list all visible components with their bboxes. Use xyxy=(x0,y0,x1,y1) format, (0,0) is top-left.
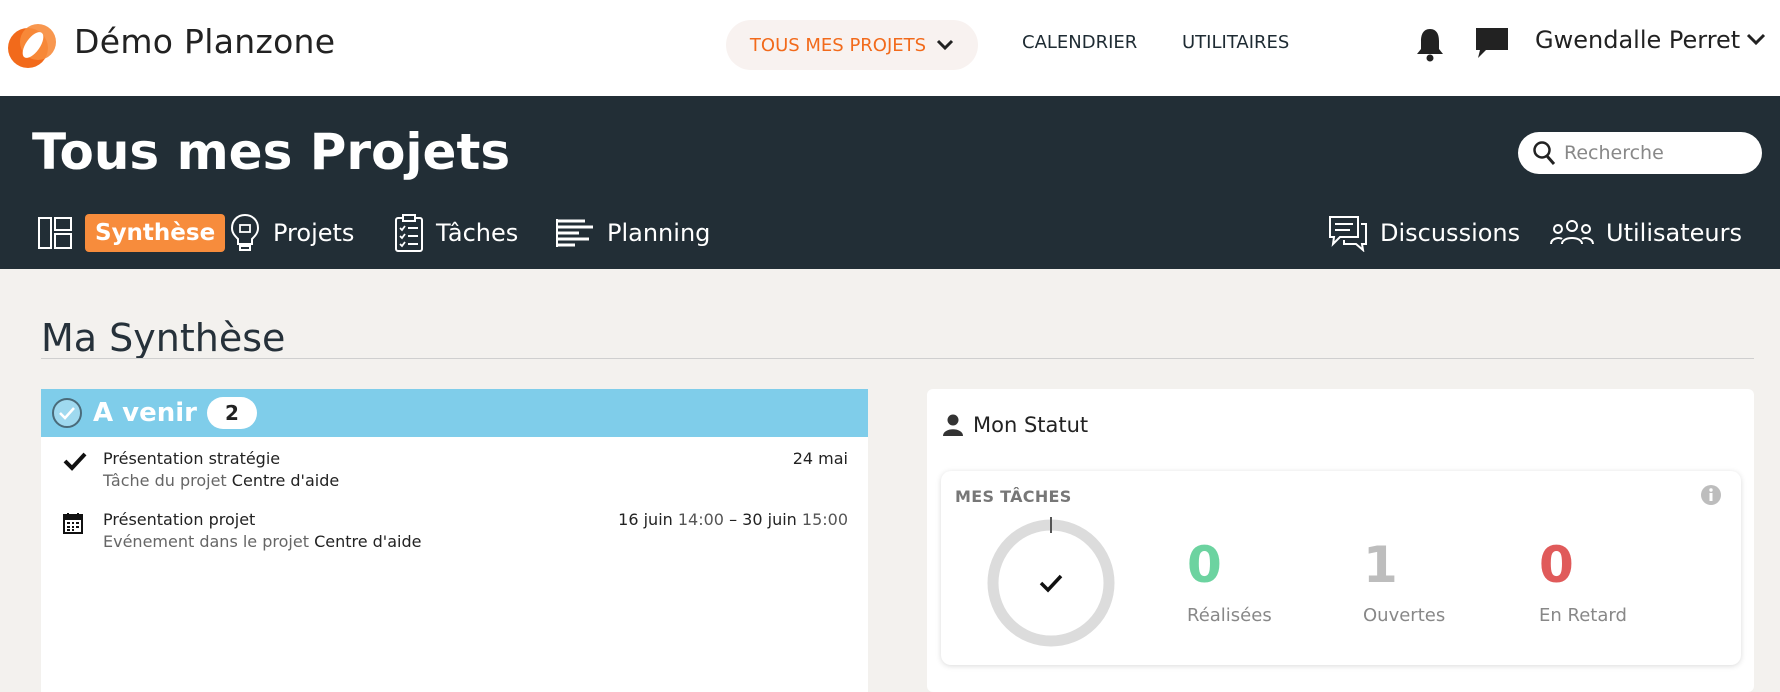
lightbulb-icon xyxy=(230,213,260,251)
tab-projets[interactable]: Projets xyxy=(229,210,354,256)
stat-late-value: 0 xyxy=(1539,536,1574,594)
chevron-down-icon xyxy=(937,39,954,51)
user-name: Gwendalle Perret xyxy=(1535,26,1741,54)
item-date: 24 mai xyxy=(792,449,848,468)
upcoming-card: A venir 2 Présentation stratégie Tâche d… xyxy=(41,389,868,692)
item-date-range: 16 juin 14:00 – 30 juin 15:00 xyxy=(618,510,848,529)
item-title: Présentation projet xyxy=(103,510,256,529)
upcoming-count-badge: 2 xyxy=(207,397,257,429)
my-tasks-label: MES TÂCHES xyxy=(955,487,1072,506)
nav-utilities[interactable]: UTILITAIRES xyxy=(1182,32,1289,53)
stat-late-label: En Retard xyxy=(1539,605,1627,626)
status-title: Mon Statut xyxy=(943,413,1088,437)
item-subtitle: Evénement dans le projet Centre d'aide xyxy=(103,532,422,551)
check-circle-icon xyxy=(52,398,82,428)
upcoming-title: A venir xyxy=(93,398,197,428)
stat-open-value: 1 xyxy=(1363,536,1398,594)
tab-discussions-label: Discussions xyxy=(1380,219,1521,247)
my-tasks-card: MES TÂCHES 0 Réalisées 1 Ouvertes 0 En R… xyxy=(941,471,1741,665)
user-icon xyxy=(943,414,963,436)
app-title[interactable]: Démo Planzone xyxy=(74,22,335,61)
tab-planning[interactable]: Planning xyxy=(555,210,710,256)
search-input[interactable] xyxy=(1564,142,1744,164)
status-card: Mon Statut MES TÂCHES 0 Réalisées 1 Ouve… xyxy=(927,389,1754,692)
tab-taches[interactable]: Tâches xyxy=(394,210,518,256)
project-header: Tous mes Projets Synthèse Projets Tâches… xyxy=(0,96,1780,269)
tab-utilisateurs-label: Utilisateurs xyxy=(1606,219,1742,247)
search-box[interactable] xyxy=(1518,132,1762,174)
gantt-icon xyxy=(556,219,593,247)
stat-late: 0 En Retard xyxy=(1539,537,1627,626)
user-menu[interactable]: Gwendalle Perret xyxy=(1535,26,1766,54)
tab-taches-label: Tâches xyxy=(436,219,519,247)
info-icon[interactable] xyxy=(1701,485,1721,505)
tab-synthese[interactable]: Synthèse xyxy=(37,210,226,256)
list-item[interactable]: Présentation projet Evénement dans le pr… xyxy=(41,510,868,560)
tasks-donut-chart xyxy=(987,517,1115,647)
divider xyxy=(41,358,1754,359)
nav-all-projects-dropdown[interactable]: TOUS MES PROJETS xyxy=(726,20,978,70)
page-title: Tous mes Projets xyxy=(32,123,511,181)
check-icon xyxy=(63,452,87,471)
section-title: Ma Synthèse xyxy=(41,316,286,360)
nav-all-projects-label: TOUS MES PROJETS xyxy=(749,34,927,56)
bell-icon[interactable] xyxy=(1414,26,1446,62)
nav-calendar[interactable]: CALENDRIER xyxy=(1022,32,1137,53)
stat-open: 1 Ouvertes xyxy=(1363,537,1445,626)
clipboard-icon xyxy=(395,214,423,252)
search-icon xyxy=(1533,141,1556,165)
tab-planning-label: Planning xyxy=(607,219,711,247)
dashboard-icon xyxy=(38,217,72,249)
tab-synthese-label: Synthèse xyxy=(85,214,226,252)
stat-open-label: Ouvertes xyxy=(1363,605,1446,626)
item-project-link[interactable]: Centre d'aide xyxy=(232,471,339,490)
upcoming-card-header: A venir 2 xyxy=(41,389,868,437)
item-title: Présentation stratégie xyxy=(103,449,281,468)
tab-discussions[interactable]: Discussions xyxy=(1328,210,1520,256)
users-icon xyxy=(1550,220,1594,245)
list-item[interactable]: Présentation stratégie Tâche du projet C… xyxy=(41,449,868,499)
message-icon[interactable] xyxy=(1474,26,1510,60)
item-project-link[interactable]: Centre d'aide xyxy=(314,532,421,551)
chevron-down-icon xyxy=(1747,33,1766,46)
stat-done-value: 0 xyxy=(1187,536,1222,594)
calendar-icon xyxy=(63,513,83,534)
planzone-logo-icon[interactable] xyxy=(6,20,58,72)
item-subtitle: Tâche du projet Centre d'aide xyxy=(103,471,340,490)
tab-utilisateurs[interactable]: Utilisateurs xyxy=(1550,210,1742,256)
stat-done: 0 Réalisées xyxy=(1187,537,1272,626)
top-bar: Démo Planzone TOUS MES PROJETS CALENDRIE… xyxy=(0,0,1780,96)
tab-projets-label: Projets xyxy=(273,219,355,247)
chat-bubbles-icon xyxy=(1329,216,1367,252)
stat-done-label: Réalisées xyxy=(1187,605,1272,626)
tab-bar: Synthèse Projets Tâches Planning Discuss… xyxy=(0,210,1780,260)
